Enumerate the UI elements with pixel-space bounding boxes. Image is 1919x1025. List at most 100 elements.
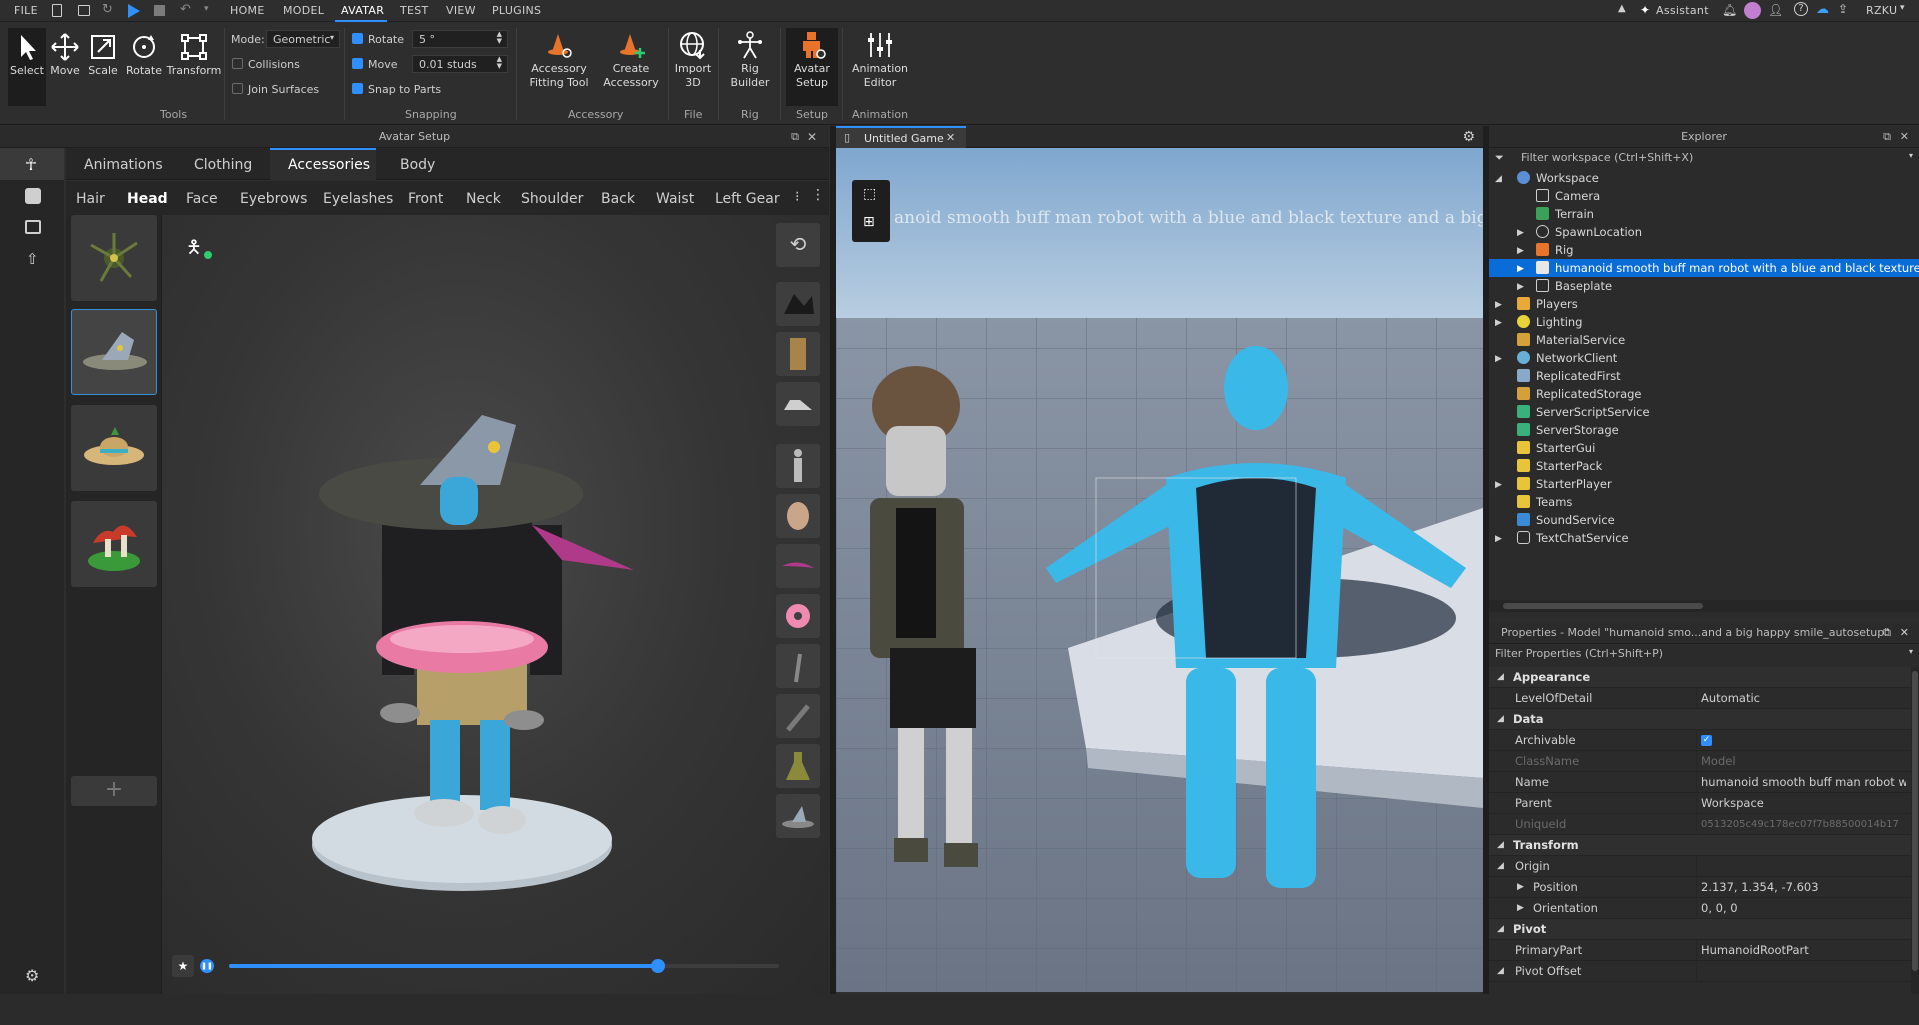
user-dropdown-icon[interactable]: ▾ — [1900, 3, 1905, 13]
pause-icon[interactable]: ❚❚ — [200, 959, 214, 973]
camera-orbit-icon[interactable]: ⟲ — [776, 223, 820, 267]
stop-icon[interactable] — [154, 5, 165, 16]
viewport-settings-gear-icon[interactable]: ⚙ — [1462, 129, 1475, 145]
tab-accessories[interactable]: Accessories — [288, 157, 370, 173]
tree-item-workspace[interactable]: ◢ Workspace — [1489, 169, 1919, 187]
tab-test[interactable]: TEST — [400, 4, 429, 17]
close-tab-icon[interactable]: ✕ — [946, 131, 955, 144]
explorer-filter[interactable]: ⏷ Filter workspace (Ctrl+Shift+X) ▾ — [1489, 149, 1919, 167]
face-mode-icon[interactable] — [25, 188, 41, 204]
assistant-button[interactable]: Assistant — [1656, 4, 1709, 17]
tree-item-serverscriptservice[interactable]: ServerScriptService — [1489, 403, 1919, 421]
category-appearance[interactable]: ◢ Appearance — [1489, 667, 1911, 688]
properties-filter[interactable]: Filter Properties (Ctrl+Shift+P) ▾ — [1489, 645, 1919, 663]
accessory-fitting-tool-button[interactable]: Accessory Fitting Tool — [524, 30, 594, 90]
accessory-slot-pants[interactable] — [776, 332, 820, 376]
snap-to-parts-checkbox[interactable] — [352, 83, 363, 94]
tree-item-camera[interactable]: Camera — [1489, 187, 1919, 205]
undo-icon[interactable]: ↶ — [180, 2, 191, 17]
stepper-icon[interactable]: ▲ ▼ — [497, 56, 502, 70]
collisions-checkbox[interactable] — [232, 58, 243, 69]
property-row[interactable]: LevelOfDetail Automatic — [1489, 688, 1911, 709]
snap-to-parts-toggle[interactable]: Snap to Parts — [352, 83, 441, 96]
subtab-face[interactable]: Face — [186, 191, 218, 207]
archivable-checkbox[interactable]: ✓ — [1701, 735, 1712, 746]
add-user-icon[interactable]: 👤︎ — [1768, 3, 1783, 17]
undock-icon[interactable]: ⧉ — [791, 126, 799, 148]
pin-preview-icon[interactable]: ★ — [172, 955, 194, 977]
property-value[interactable]: Workspace — [1701, 793, 1906, 814]
tree-item-teams[interactable]: Teams — [1489, 493, 1919, 511]
grid-mode-icon[interactable]: ⊞ — [863, 214, 875, 230]
tree-item-soundservice[interactable]: SoundService — [1489, 511, 1919, 529]
tree-item-replicatedfirst[interactable]: ReplicatedFirst — [1489, 367, 1919, 385]
tree-item-baseplate[interactable]: ▶ Baseplate — [1489, 277, 1919, 295]
animation-editor-button[interactable]: Animation Editor — [846, 30, 914, 90]
more-tabs-icon[interactable]: ⁝ — [795, 189, 799, 205]
accessory-slot-donut[interactable] — [776, 594, 820, 638]
join-surfaces-toggle[interactable]: Join Surfaces — [232, 83, 319, 96]
tab-view[interactable]: VIEW — [446, 4, 476, 17]
avatar-preview-viewport[interactable]: 🯅︎ ★ ❚❚ — [162, 215, 829, 994]
undock-icon[interactable]: ⧉ — [1883, 626, 1891, 640]
tree-item-materialservice[interactable]: MaterialService — [1489, 331, 1919, 349]
scrollbar-thumb[interactable] — [1912, 671, 1918, 971]
add-accessory-button[interactable]: + — [71, 776, 157, 806]
move-tool[interactable]: Move — [48, 32, 82, 78]
stepper-icon[interactable]: ▲ ▼ — [497, 31, 502, 45]
category-transform[interactable]: ◢ Transform — [1489, 835, 1911, 856]
thumbnail-item-selected[interactable] — [71, 309, 157, 395]
character-status-icon[interactable]: 🯅︎ — [186, 235, 202, 265]
subtab-back[interactable]: Back — [601, 191, 635, 207]
rotate-snap-toggle[interactable]: Rotate — [352, 33, 404, 46]
username[interactable]: RZKU — [1866, 4, 1897, 17]
subtab-hair[interactable]: Hair — [76, 191, 105, 207]
tree-item-replicatedstorage[interactable]: ReplicatedStorage — [1489, 385, 1919, 403]
tab-clothing[interactable]: Clothing — [194, 157, 252, 173]
scale-tool[interactable]: Scale — [86, 32, 120, 78]
subtab-head[interactable]: Head — [127, 191, 168, 207]
rig-builder-button[interactable]: Rig Builder — [724, 30, 776, 90]
open-file-icon[interactable] — [78, 5, 90, 16]
select-tool[interactable]: Select — [8, 32, 46, 78]
property-value[interactable]: 0, 0, 0 — [1701, 898, 1906, 919]
accessory-slot-wings[interactable] — [776, 544, 820, 588]
subtab-shoulder[interactable]: Shoulder — [521, 191, 583, 207]
tree-item-rig[interactable]: ▶ Rig — [1489, 241, 1919, 259]
chevron-down-icon[interactable]: ▾ — [1909, 647, 1913, 656]
horizontal-scrollbar[interactable] — [1489, 600, 1919, 612]
join-surfaces-checkbox[interactable] — [232, 83, 243, 94]
tab-body[interactable]: Body — [400, 157, 435, 173]
tree-item-serverstorage[interactable]: ServerStorage — [1489, 421, 1919, 439]
avatar[interactable] — [1744, 2, 1761, 19]
timeline-track[interactable] — [229, 959, 779, 973]
category-pivot[interactable]: ◢ Pivot — [1489, 919, 1911, 940]
tree-item-starterplayer[interactable]: ▶ StarterPlayer — [1489, 475, 1919, 493]
subtab-neck[interactable]: Neck — [466, 191, 501, 207]
select-mode-icon[interactable]: ⬚ — [863, 186, 876, 202]
assistant-icon[interactable]: ✦ — [1640, 3, 1650, 17]
mode-dropdown[interactable]: Geometric ▾ — [266, 30, 340, 48]
game-viewport[interactable]: ⬚ ⊞ anoid smooth buff man robot with a b… — [836, 148, 1483, 992]
accessory-slot-head[interactable] — [776, 494, 820, 538]
rotate-increment-input[interactable]: 5 ° ▲ ▼ — [412, 30, 508, 48]
accessory-slot-body[interactable] — [776, 444, 820, 488]
accessory-slot-stick[interactable] — [776, 644, 820, 688]
tree-item-networkclient[interactable]: ▶ NetworkClient — [1489, 349, 1919, 367]
subtab-waist[interactable]: Waist — [656, 191, 694, 207]
property-value[interactable]: 2.137, 1.354, -7.603 — [1701, 877, 1906, 898]
avatar-setup-button[interactable]: Avatar Setup — [786, 30, 838, 90]
scrollbar-thumb[interactable] — [1503, 603, 1703, 609]
redo-icon[interactable]: ↻ — [102, 2, 113, 17]
tab-animations[interactable]: Animations — [84, 157, 163, 173]
thumbnail-item[interactable] — [71, 501, 157, 587]
subtab-left-gear[interactable]: Left Gear — [715, 191, 780, 207]
category-data[interactable]: ◢ Data — [1489, 709, 1911, 730]
help-icon[interactable]: ? — [1794, 2, 1808, 16]
accessory-slot-shoes[interactable] — [776, 382, 820, 426]
tab-avatar[interactable]: AVATAR — [341, 4, 384, 17]
close-icon[interactable]: ✕ — [1900, 126, 1909, 148]
transform-tool[interactable]: Transform — [166, 32, 222, 78]
timeline-scrubber[interactable] — [651, 959, 665, 973]
import-3d-button[interactable]: Import 3D — [672, 30, 714, 90]
